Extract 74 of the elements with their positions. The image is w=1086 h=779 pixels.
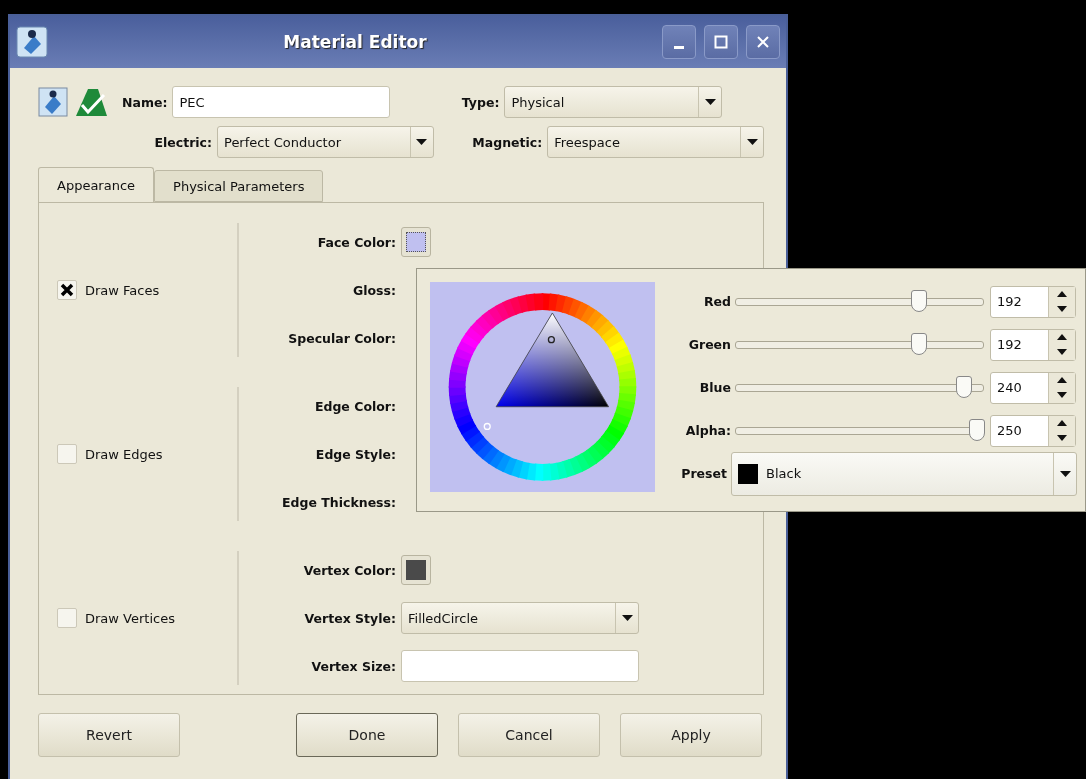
dialog-button[interactable]: Done [296, 713, 438, 757]
type-dropdown[interactable]: Physical [504, 86, 723, 118]
field-label: Face Color: [316, 234, 397, 250]
app-icon [16, 26, 48, 58]
minimize-icon [674, 45, 684, 49]
tab[interactable]: Physical Parameters [154, 170, 324, 202]
electric-dropdown[interactable]: Perfect Conductor [217, 126, 434, 158]
field-label: Vertex Color: [302, 562, 397, 578]
field-label: Edge Style: [314, 446, 397, 462]
slider-thumb[interactable] [956, 375, 973, 398]
maximize-button[interactable] [704, 25, 738, 59]
caret-icon [416, 139, 428, 145]
checkbox-label: Draw Edges [85, 446, 163, 462]
spin-down-icon[interactable] [1057, 306, 1067, 312]
field-label: Name: [122, 94, 169, 110]
spin-up-icon[interactable] [1057, 334, 1067, 340]
checkbox[interactable] [57, 444, 77, 464]
material-icon[interactable] [38, 87, 68, 117]
magnetic-dropdown[interactable]: Freespace [547, 126, 764, 158]
spin-field[interactable]: 192 [990, 328, 1076, 361]
slider-label: Blue [698, 380, 731, 395]
dialog-button[interactable]: Apply [620, 713, 762, 757]
slider-label: Preset [680, 466, 728, 481]
checkbox-label: Draw Vertices [85, 610, 175, 626]
field-label: Edge Thickness: [281, 494, 397, 510]
field-label: Vertex Style: [303, 610, 397, 626]
slider-thumb[interactable] [911, 332, 928, 355]
tab[interactable]: Appearance [38, 167, 155, 202]
spin-down-icon[interactable] [1057, 392, 1067, 398]
slider-track[interactable] [735, 375, 984, 400]
dialog-button[interactable]: Cancel [458, 713, 600, 757]
field-label: Specular Color: [287, 330, 397, 346]
vertex-style-dropdown[interactable]: FilledCircle [401, 602, 639, 634]
close-icon [756, 35, 770, 49]
spin-up-icon[interactable] [1057, 377, 1067, 383]
checkbox[interactable] [57, 280, 77, 300]
slider-track[interactable] [735, 332, 984, 357]
caret-icon [746, 139, 758, 145]
spin-field[interactable]: 250 [990, 414, 1076, 447]
spin-down-icon[interactable] [1057, 435, 1067, 441]
slider-label: Alpha: [684, 423, 731, 438]
close-button[interactable] [746, 25, 780, 59]
caret-icon [1059, 470, 1071, 477]
slider-thumb[interactable] [968, 418, 985, 441]
preset-dropdown[interactable]: Black [731, 451, 1077, 496]
check-x-icon [60, 283, 74, 297]
caret-icon [704, 99, 716, 105]
field-label: Magnetic: [471, 134, 544, 150]
spin-field[interactable]: 240 [990, 371, 1076, 404]
spin-field[interactable]: 192 [990, 285, 1076, 318]
field-label: Type: [460, 94, 501, 110]
spin-down-icon[interactable] [1057, 349, 1067, 355]
field-label: Edge Color: [313, 398, 397, 414]
checkbox[interactable] [57, 608, 77, 628]
slider-label: Green [687, 337, 731, 352]
window-title: Material Editor [282, 32, 428, 52]
name-field[interactable]: PEC [172, 86, 391, 118]
spin-up-icon[interactable] [1057, 291, 1067, 297]
spin-up-icon[interactable] [1057, 420, 1067, 426]
slider-track[interactable] [735, 418, 984, 443]
caret-icon [621, 615, 633, 621]
slider-track[interactable] [735, 289, 984, 314]
field-label: Gloss: [352, 282, 397, 298]
slider-label: Red [702, 294, 731, 309]
field-label: Electric: [153, 134, 213, 150]
color-wheel-drawing[interactable] [430, 282, 655, 492]
check-mark-icon[interactable] [74, 87, 108, 117]
checkbox-label: Draw Faces [85, 282, 160, 298]
vertex-size-field[interactable] [401, 650, 639, 682]
dialog-button[interactable]: Revert [38, 713, 180, 757]
field-label: Vertex Size: [310, 658, 397, 674]
slider-thumb[interactable] [911, 289, 928, 312]
maximize-icon [714, 35, 728, 49]
minimize-button[interactable] [662, 25, 696, 59]
